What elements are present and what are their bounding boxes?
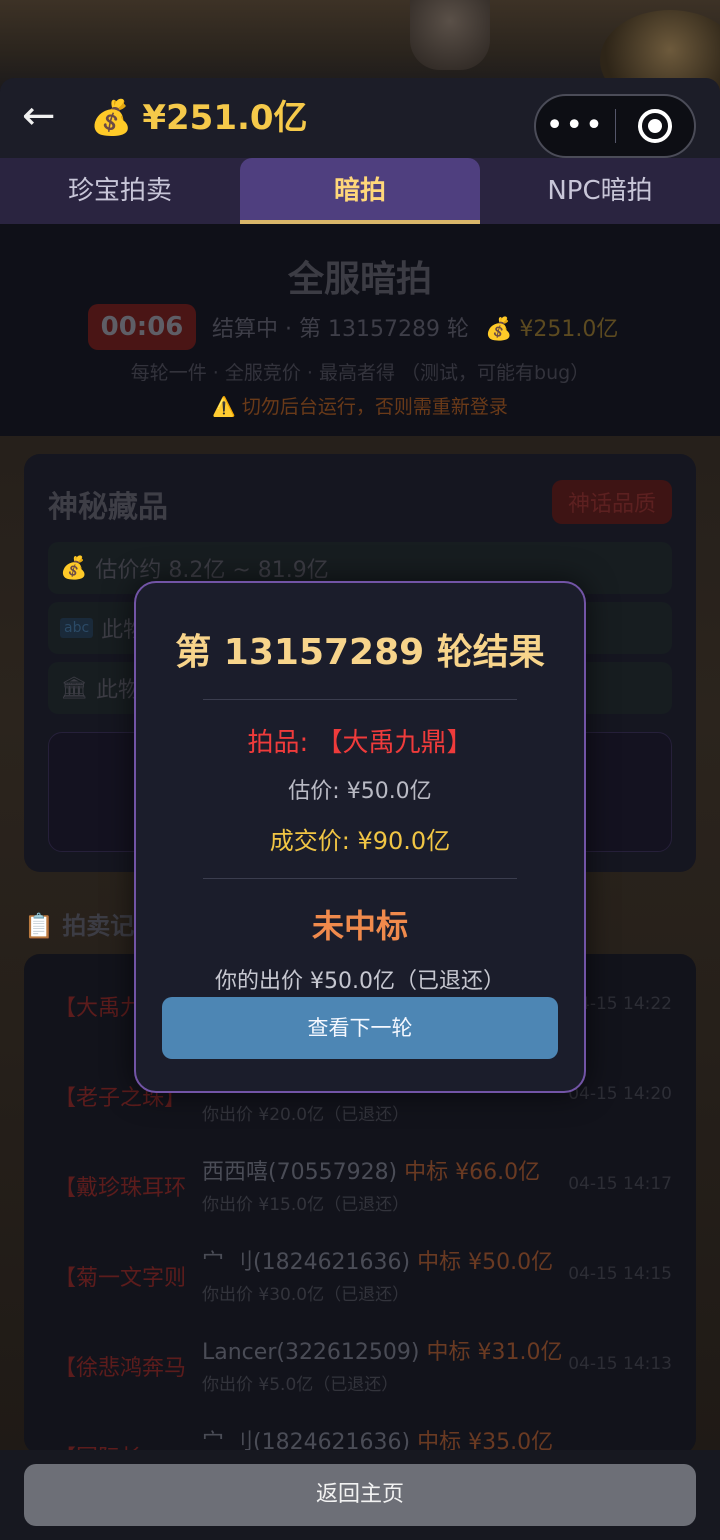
auction-info-panel: 全服暗拍 00:06 结算中 · 第 13157289 轮 💰 ¥251.0亿 … xyxy=(0,224,720,436)
top-header: ← 💰 ¥251.0亿 ••• xyxy=(0,78,720,158)
record-item-name: 【菊一文字则 xyxy=(54,1266,187,1291)
record-my-bid: 你出价 ¥5.0亿（已退还） xyxy=(202,1375,399,1395)
winning-price: 中标 ¥50.0亿 xyxy=(417,1250,554,1275)
record-time: 04-15 14:15 xyxy=(568,1264,672,1284)
record-time: 04-15 14:13 xyxy=(568,1354,672,1374)
return-home-button[interactable]: 返回主页 xyxy=(24,1464,696,1526)
next-round-button[interactable]: 查看下一轮 xyxy=(162,997,558,1059)
record-winner: 宀 刂(1824621636) 中标 ¥50.0亿 xyxy=(202,1244,553,1276)
lot-name: 拍品: 【大禹九鼎】 xyxy=(247,728,473,758)
round-result-modal: 第 13157289 轮结果 拍品: 【大禹九鼎】 估价: ¥50.0亿 成交价… xyxy=(134,581,586,1093)
lot-estimate: 估价: ¥50.0亿 xyxy=(288,779,432,804)
record-row[interactable]: 【菊一文字则 宀 刂(1824621636) 中标 ¥50.0亿 你出价 ¥30… xyxy=(24,1232,696,1322)
auction-title: 全服暗拍 xyxy=(287,259,432,300)
background-warning: ⚠️ 切勿后台运行，否则需重新登录 xyxy=(212,396,508,418)
record-winner: 西西嘻(70557928) 中标 ¥66.0亿 xyxy=(202,1154,540,1186)
auction-tabs: 珍宝拍卖 暗拍 NPC暗拍 xyxy=(0,158,720,224)
record-my-bid: 你出价 ¥20.0亿（已退还） xyxy=(202,1105,410,1125)
record-item-name: 【徐悲鸿奔马 xyxy=(54,1356,187,1381)
bottom-bar: 返回主页 xyxy=(0,1450,720,1540)
tab-npc-blind-auction[interactable]: NPC暗拍 xyxy=(480,158,720,224)
countdown-timer: 00:06 xyxy=(88,304,196,350)
estimate-range: 估价约 8.2亿 ~ 81.9亿 xyxy=(95,558,329,583)
my-bid-refund: 你的出价 ¥50.0亿（已退还） xyxy=(215,969,505,994)
tab-blind-auction[interactable]: 暗拍 xyxy=(240,158,480,224)
winning-price: 中标 ¥66.0亿 xyxy=(404,1160,541,1185)
round-status: 结算中 · 第 13157289 轮 xyxy=(212,317,469,342)
record-row[interactable]: 【徐悲鸿奔马 Lancer(322612509) 中标 ¥31.0亿 你出价 ¥… xyxy=(24,1322,696,1412)
record-my-bid: 你出价 ¥15.0亿（已退还） xyxy=(202,1195,410,1215)
record-row[interactable]: 【国际长 宀 刂(1824621636) 中标 ¥35.0亿 xyxy=(24,1412,696,1454)
museum-icon: 🏛 xyxy=(60,675,88,701)
modal-divider xyxy=(203,699,517,700)
ink-bottle-decoration xyxy=(410,0,490,70)
winner-name: Lancer(322612509) xyxy=(202,1340,420,1365)
wallet-balance: 💰 ¥251.0亿 xyxy=(90,98,308,138)
money-bag-icon: 💰 xyxy=(90,98,133,138)
record-time: 04-15 14:17 xyxy=(568,1174,672,1194)
modal-divider xyxy=(203,878,517,879)
quality-badge: 神话品质 xyxy=(551,480,672,524)
auction-wallet-amount: ¥251.0亿 xyxy=(519,317,619,342)
abc-icon: abc xyxy=(60,618,94,638)
record-winner: Lancer(322612509) 中标 ¥31.0亿 xyxy=(202,1334,562,1366)
auction-rules: 每轮一件 · 全服竞价 · 最高者得 （测试，可能有bug） xyxy=(130,362,590,384)
money-bag-icon: 💰 xyxy=(484,317,513,342)
more-options-icon[interactable]: ••• xyxy=(536,111,615,141)
background-banner xyxy=(0,0,720,110)
back-arrow-icon[interactable]: ← xyxy=(22,96,74,140)
target-circle-icon xyxy=(637,109,672,143)
close-miniprogram-button[interactable] xyxy=(616,109,695,143)
wallet-amount: ¥251.0亿 xyxy=(142,98,308,138)
record-row[interactable]: 【戴珍珠耳环 西西嘻(70557928) 中标 ¥66.0亿 你出价 ¥15.0… xyxy=(24,1142,696,1232)
deal-price: 成交价: ¥90.0亿 xyxy=(269,827,451,855)
winner-name: 西西嘻(70557928) xyxy=(202,1160,398,1185)
winner-name: 宀 刂(1824621636) xyxy=(202,1250,411,1275)
winning-price: 中标 ¥31.0亿 xyxy=(426,1340,563,1365)
auction-wallet: 💰 ¥251.0亿 xyxy=(485,311,618,343)
record-time: 04-15 14:20 xyxy=(568,1084,672,1104)
auction-records-title: 📋 拍卖记 xyxy=(24,912,135,940)
record-my-bid: 你出价 ¥30.0亿（已退还） xyxy=(202,1285,410,1305)
money-bag-icon: 💰 xyxy=(60,555,88,581)
auction-status-row: 00:06 结算中 · 第 13157289 轮 💰 ¥251.0亿 xyxy=(88,304,618,350)
bid-result: 未中标 xyxy=(311,907,408,945)
tab-treasure-auction[interactable]: 珍宝拍卖 xyxy=(0,158,240,224)
miniprogram-capsule: ••• xyxy=(534,94,696,158)
mystery-item-title: 神秘藏品 xyxy=(48,490,168,525)
record-item-name: 【戴珍珠耳环 xyxy=(54,1176,187,1201)
modal-title: 第 13157289 轮结果 xyxy=(175,632,545,673)
